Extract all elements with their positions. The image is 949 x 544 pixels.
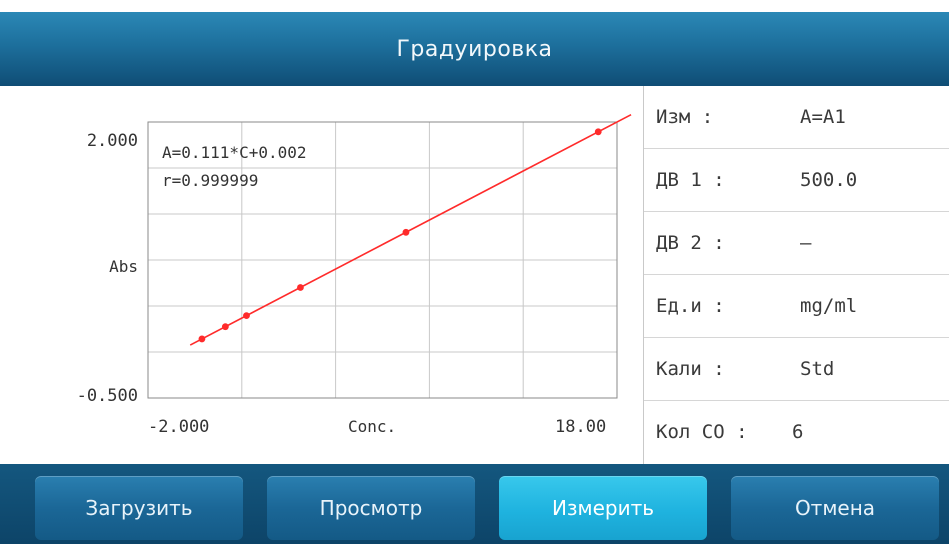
info-row-wavelength-1: ДВ 1 : 500.0 bbox=[644, 149, 949, 212]
y-tick-bottom: -0.500 bbox=[77, 386, 138, 406]
x-tick-right: 18.00 bbox=[555, 417, 606, 437]
data-point bbox=[221, 323, 229, 331]
info-label: Кали : bbox=[656, 358, 725, 380]
bottom-toolbar: Загрузить Просмотр Измерить Отмена bbox=[0, 464, 949, 544]
cancel-button[interactable]: Отмена bbox=[731, 476, 939, 540]
chart-canvas: A=0.111*C+0.002 r=0.999999 2.000 Abs -0.… bbox=[77, 113, 632, 437]
chart-grid bbox=[148, 122, 617, 398]
title-bar: Градуировка bbox=[0, 0, 949, 86]
data-point bbox=[198, 335, 206, 343]
data-point bbox=[402, 228, 410, 236]
info-value: 6 bbox=[792, 421, 804, 443]
info-row-units: Ед.и : mg/ml bbox=[644, 275, 949, 338]
x-axis-label: Conc. bbox=[348, 417, 396, 436]
info-label: ДВ 1 : bbox=[656, 169, 725, 191]
x-tick-left: -2.000 bbox=[148, 417, 209, 437]
info-value: 500.0 bbox=[800, 169, 858, 191]
info-value: Std bbox=[800, 358, 835, 380]
info-row-standards-count: Кол СО : 6 bbox=[644, 401, 949, 464]
view-button[interactable]: Просмотр bbox=[267, 476, 475, 540]
data-point bbox=[243, 312, 250, 320]
info-label: ДВ 2 : bbox=[656, 232, 725, 254]
data-point bbox=[594, 128, 602, 136]
info-value: — bbox=[800, 232, 812, 254]
info-label: Ед.и : bbox=[656, 295, 725, 317]
load-button[interactable]: Загрузить bbox=[35, 476, 243, 540]
equation-label: A=0.111*C+0.002 bbox=[162, 143, 307, 162]
y-tick-top: 2.000 bbox=[87, 131, 138, 151]
info-value: mg/ml bbox=[800, 295, 858, 317]
measure-button[interactable]: Измерить bbox=[499, 476, 707, 540]
info-row-wavelength-2: ДВ 2 : — bbox=[644, 212, 949, 275]
info-value: A=A1 bbox=[800, 106, 846, 128]
data-point bbox=[297, 284, 304, 291]
info-row-calibration: Кали : Std bbox=[644, 338, 949, 401]
info-label: Кол СО : bbox=[656, 421, 748, 443]
calibration-chart: A=0.111*C+0.002 r=0.999999 2.000 Abs -0.… bbox=[14, 86, 644, 464]
window-title: Градуировка bbox=[396, 36, 553, 62]
info-panel: Изм : A=A1 ДВ 1 : 500.0 ДВ 2 : — Ед.и : … bbox=[644, 86, 949, 464]
correlation-label: r=0.999999 bbox=[162, 171, 258, 190]
info-row-measure: Изм : A=A1 bbox=[644, 86, 949, 149]
info-label: Изм : bbox=[656, 106, 714, 128]
y-axis-label: Abs bbox=[109, 257, 138, 276]
